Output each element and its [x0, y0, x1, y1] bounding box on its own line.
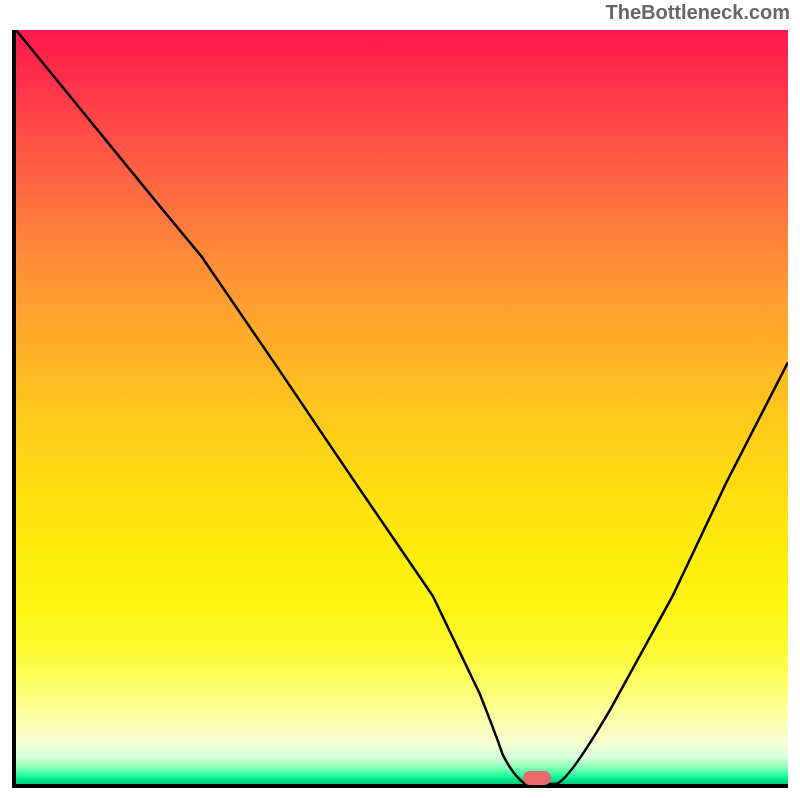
optimal-marker [523, 771, 551, 785]
plot-area [12, 30, 788, 788]
curve-layer [16, 30, 788, 784]
watermark-text: TheBottleneck.com [606, 2, 790, 25]
bottleneck-curve [16, 30, 788, 784]
